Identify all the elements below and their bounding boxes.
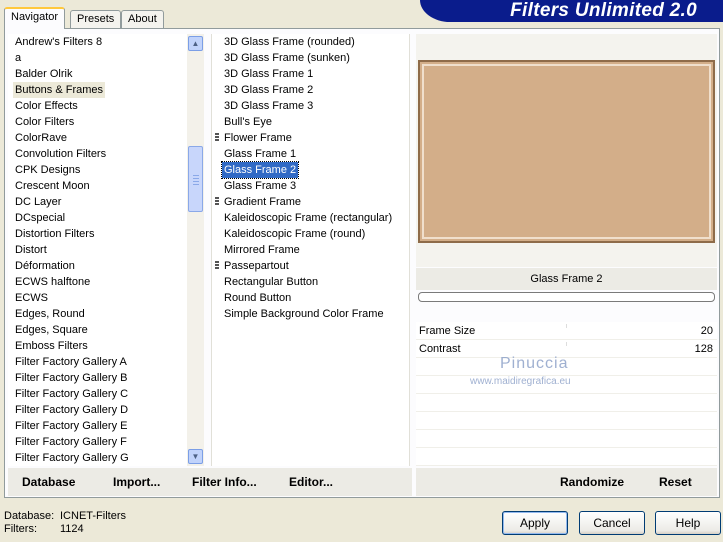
param-value: 128 [694, 343, 713, 355]
category-item[interactable]: CPK Designs [13, 162, 82, 178]
scroll-down-button[interactable]: ▼ [188, 449, 203, 464]
category-item[interactable]: Buttons & Frames [13, 82, 106, 98]
filter-item[interactable]: Bull's Eye [222, 114, 274, 130]
filter-item[interactable]: Rectangular Button [222, 274, 320, 290]
tab-about[interactable]: About [121, 10, 164, 28]
filter-info-button[interactable]: Filter Info... [192, 475, 257, 489]
filter-item[interactable]: Glass Frame 2 [220, 161, 300, 179]
status-database-label: Database: [4, 510, 55, 522]
editor-button[interactable]: Editor... [289, 475, 333, 489]
filter-item[interactable]: 3D Glass Frame (rounded) [222, 34, 357, 50]
randomize-button[interactable]: Randomize [560, 475, 624, 489]
filter-item[interactable]: Flower Frame [222, 130, 294, 146]
param-value: 20 [700, 325, 713, 337]
group-marker-icon [215, 197, 219, 207]
slider-tick [566, 342, 567, 346]
category-item[interactable]: a [13, 50, 23, 66]
category-item[interactable]: Edges, Square [13, 322, 90, 338]
category-item[interactable]: Filter Factory Gallery B [13, 370, 129, 386]
filter-item[interactable]: 3D Glass Frame 1 [222, 66, 315, 82]
help-button[interactable]: Help [655, 511, 721, 535]
category-item[interactable]: Filter Factory Gallery A [13, 354, 129, 370]
category-item[interactable]: Balder Olrik [13, 66, 74, 82]
filter-item[interactable]: Gradient Frame [222, 194, 303, 210]
slider-tick [566, 324, 567, 328]
category-item[interactable]: Filter Factory Gallery C [13, 386, 130, 402]
category-item[interactable]: Filter Factory Gallery G [13, 450, 131, 466]
category-item[interactable]: Color Effects [13, 98, 80, 114]
param-name: Frame Size [419, 325, 476, 337]
tab-navigator[interactable]: Navigator [4, 7, 66, 29]
category-list[interactable]: Andrew's Filters 8 a Balder Olrik Buttons &… [8, 34, 204, 466]
category-item[interactable]: ColorRave [13, 130, 69, 146]
watermark-url: www.maidiregrafica.eu [470, 376, 571, 387]
reset-button[interactable]: Reset [659, 475, 692, 489]
category-item[interactable]: ECWS halftone [13, 274, 92, 290]
filter-item[interactable]: Passepartout [222, 258, 291, 274]
category-item[interactable]: DCspecial [13, 210, 67, 226]
filter-list[interactable]: 3D Glass Frame (rounded) 3D Glass Frame (… [211, 34, 410, 466]
filter-item[interactable]: 3D Glass Frame (sunken) [222, 50, 352, 66]
category-item[interactable]: Edges, Round [13, 306, 87, 322]
param-row-empty [416, 412, 717, 430]
status-database-value: ICNET-Filters [60, 510, 126, 522]
param-name: Contrast [419, 343, 461, 355]
progress-bar [418, 292, 715, 302]
category-item[interactable]: Filter Factory Gallery F [13, 434, 129, 450]
param-row-empty [416, 448, 717, 466]
filter-item[interactable]: Mirrored Frame [222, 242, 302, 258]
category-item[interactable]: Emboss Filters [13, 338, 90, 354]
title-banner: Filters Unlimited 2.0 [420, 0, 723, 22]
status-filters-value: 1124 [60, 523, 84, 535]
cancel-button[interactable]: Cancel [579, 511, 645, 535]
scroll-up-button[interactable]: ▲ [188, 36, 203, 51]
category-item[interactable]: Distortion Filters [13, 226, 96, 242]
app-title: Filters Unlimited 2.0 [510, 0, 697, 21]
category-item[interactable]: Déformation [13, 258, 77, 274]
parameter-list: Frame Size 20 Contrast 128 [416, 322, 717, 466]
selected-filter-name: Glass Frame 2 [416, 268, 717, 290]
filter-item[interactable]: 3D Glass Frame 2 [222, 82, 315, 98]
category-item[interactable]: Convolution Filters [13, 146, 108, 162]
param-row-empty [416, 394, 717, 412]
import-button[interactable]: Import... [113, 475, 160, 489]
category-item[interactable]: Color Filters [13, 114, 76, 130]
category-item[interactable]: Crescent Moon [13, 178, 92, 194]
filter-item[interactable]: Kaleidoscopic Frame (round) [222, 226, 367, 242]
tab-presets[interactable]: Presets [70, 10, 122, 28]
category-item[interactable]: Andrew's Filters 8 [13, 34, 104, 50]
filter-item[interactable]: Glass Frame 3 [222, 178, 298, 194]
category-scrollbar[interactable]: ▲ ▼ [187, 34, 204, 466]
apply-button[interactable]: Apply [502, 511, 568, 535]
param-row-frame-size[interactable]: Frame Size 20 [416, 322, 717, 340]
preview-inner-border [422, 64, 711, 239]
scroll-thumb[interactable] [188, 146, 203, 212]
category-item[interactable]: Filter Factory Gallery E [13, 418, 129, 434]
preview-image [418, 60, 715, 243]
category-item[interactable]: ECWS [13, 290, 50, 306]
watermark-name: Pinuccia [500, 355, 569, 372]
category-item[interactable]: Distort [13, 242, 49, 258]
category-item[interactable]: Filter Factory Gallery D [13, 402, 130, 418]
filter-item[interactable]: Kaleidoscopic Frame (rectangular) [222, 210, 394, 226]
param-row-empty [416, 430, 717, 448]
group-marker-icon [215, 133, 219, 143]
group-marker-icon [215, 261, 219, 271]
database-button[interactable]: Database [22, 475, 75, 489]
status-filters-label: Filters: [4, 523, 37, 535]
filter-item[interactable]: Round Button [222, 290, 293, 306]
category-item[interactable]: DC Layer [13, 194, 63, 210]
filter-item[interactable]: Simple Background Color Frame [222, 306, 386, 322]
filter-item[interactable]: 3D Glass Frame 3 [222, 98, 315, 114]
filter-item[interactable]: Glass Frame 1 [222, 146, 298, 162]
